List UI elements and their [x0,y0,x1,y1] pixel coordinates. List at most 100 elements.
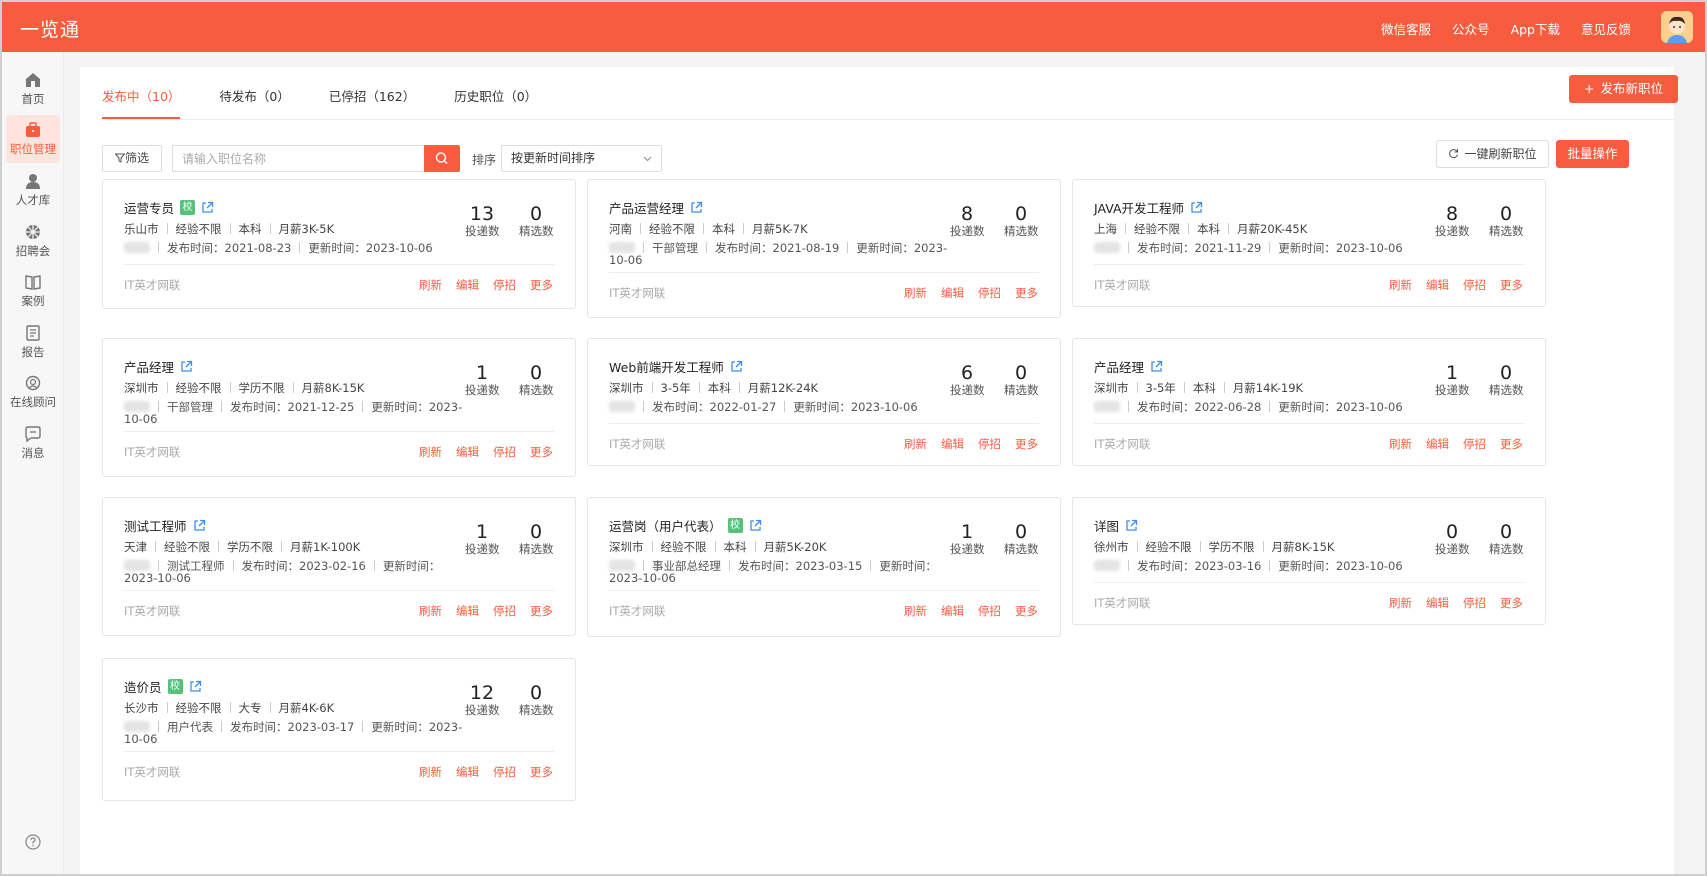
tab-pending[interactable]: 待发布（0） [219,67,289,119]
edit-job-button[interactable]: 编辑 [1426,277,1449,293]
external-link-icon[interactable] [1150,360,1163,373]
selected-stat[interactable]: 0 精选数 [519,683,554,717]
more-button[interactable]: 更多 [1015,436,1038,452]
filter-button[interactable]: 筛选 [102,145,162,172]
wechat-service-link[interactable]: 微信客服 [1381,19,1431,38]
stop-job-button[interactable]: 停招 [1463,436,1486,452]
more-button[interactable]: 更多 [1500,595,1523,611]
external-link-icon[interactable] [730,360,743,373]
job-card[interactable]: Web前端开发工程师 深圳市 3-5年 本科 月薪12K-24K 发布时间：2022-01… [587,338,1061,466]
tab-history[interactable]: 历史职位（0） [454,67,537,119]
selected-stat[interactable]: 0 精选数 [519,522,554,556]
sidebar-item-job-fair[interactable]: 招聘会 [6,217,60,265]
publish-job-button[interactable]: + 发布新职位 [1569,75,1678,103]
more-button[interactable]: 更多 [1015,603,1038,619]
selected-stat[interactable]: 0 精选数 [1004,522,1039,556]
job-card[interactable]: 详图 徐州市 经验不限 学历不限 月薪8K-15K 发布时间：2023-03-16 更新时间… [1072,497,1546,625]
search-button[interactable] [424,145,460,172]
sidebar-item-messages[interactable]: 消息 [6,419,60,467]
stop-job-button[interactable]: 停招 [493,764,516,780]
applies-stat[interactable]: 8 投递数 [950,204,985,238]
refresh-job-button[interactable]: 刷新 [419,603,442,619]
more-button[interactable]: 更多 [530,277,553,293]
stop-job-button[interactable]: 停招 [1463,595,1486,611]
edit-job-button[interactable]: 编辑 [1426,595,1449,611]
refresh-job-button[interactable]: 刷新 [1389,277,1412,293]
tab-publishing[interactable]: 发布中（10） [102,67,181,119]
applies-stat[interactable]: 0 投递数 [1435,522,1470,556]
job-title[interactable]: 详图 [1094,516,1119,535]
external-link-icon[interactable] [690,201,703,214]
applies-stat[interactable]: 1 投递数 [1435,363,1470,397]
edit-job-button[interactable]: 编辑 [941,285,964,301]
edit-job-button[interactable]: 编辑 [941,603,964,619]
job-card[interactable]: 产品运营经理 河南 经验不限 本科 月薪5K-7K 干部管理 发布时间：2021-08-19… [587,179,1061,318]
selected-stat[interactable]: 0 精选数 [1489,204,1524,238]
external-link-icon[interactable] [749,519,762,532]
refresh-job-button[interactable]: 刷新 [904,603,927,619]
job-title[interactable]: 产品经理 [124,357,174,376]
selected-stat[interactable]: 0 精选数 [1489,363,1524,397]
job-title[interactable]: JAVA开发工程师 [1094,198,1184,217]
refresh-job-button[interactable]: 刷新 [419,277,442,293]
applies-stat[interactable]: 8 投递数 [1435,204,1470,238]
refresh-job-button[interactable]: 刷新 [904,285,927,301]
external-link-icon[interactable] [201,201,214,214]
job-title[interactable]: 产品经理 [1094,357,1144,376]
job-card[interactable]: 运营岗（用户代表） 校深圳市 经验不限 本科 月薪5K-20K 事业部总经理 发布时间：20… [587,497,1061,637]
applies-stat[interactable]: 13 投递数 [465,204,500,238]
job-card[interactable]: 产品经理 深圳市 3-5年 本科 月薪14K-19K 发布时间：2022-06-28 更新时… [1072,338,1546,466]
tab-stopped[interactable]: 已停招（162） [329,67,415,119]
stop-job-button[interactable]: 停招 [493,603,516,619]
job-title[interactable]: 产品运营经理 [609,198,684,217]
sidebar-item-cases[interactable]: 案例 [6,267,60,315]
selected-stat[interactable]: 0 精选数 [1004,363,1039,397]
applies-stat[interactable]: 6 投递数 [950,363,985,397]
selected-stat[interactable]: 0 精选数 [1489,522,1524,556]
more-button[interactable]: 更多 [530,444,553,460]
sidebar-item-job-management[interactable]: 职位管理 [6,115,60,163]
selected-stat[interactable]: 0 精选数 [1004,204,1039,238]
more-button[interactable]: 更多 [1015,285,1038,301]
job-title[interactable]: 测试工程师 [124,516,187,535]
sidebar-item-talent-pool[interactable]: 人才库 [6,166,60,214]
job-title[interactable]: 造价员 [124,677,162,696]
more-button[interactable]: 更多 [530,764,553,780]
selected-stat[interactable]: 0 精选数 [519,363,554,397]
more-button[interactable]: 更多 [530,603,553,619]
sidebar-item-online-advisor[interactable]: 在线顾问 [6,368,60,416]
more-button[interactable]: 更多 [1500,436,1523,452]
edit-job-button[interactable]: 编辑 [456,277,479,293]
stop-job-button[interactable]: 停招 [493,444,516,460]
stop-job-button[interactable]: 停招 [1463,277,1486,293]
help-icon[interactable] [25,834,41,850]
refresh-all-button[interactable]: 一键刷新职位 [1436,140,1549,168]
stop-job-button[interactable]: 停招 [493,277,516,293]
edit-job-button[interactable]: 编辑 [456,444,479,460]
batch-operation-button[interactable]: 批量操作 [1556,140,1629,168]
applies-stat[interactable]: 1 投递数 [465,363,500,397]
edit-job-button[interactable]: 编辑 [456,764,479,780]
official-account-link[interactable]: 公众号 [1452,19,1490,38]
stop-job-button[interactable]: 停招 [978,603,1001,619]
edit-job-button[interactable]: 编辑 [456,603,479,619]
sidebar-item-reports[interactable]: 报告 [6,318,60,366]
feedback-link[interactable]: 意见反馈 [1581,19,1631,38]
sidebar-item-home[interactable]: 首页 [6,65,60,113]
sort-select[interactable]: 按更新时间排序 [501,145,662,172]
stop-job-button[interactable]: 停招 [978,285,1001,301]
job-title[interactable]: 运营专员 [124,198,174,217]
refresh-job-button[interactable]: 刷新 [1389,595,1412,611]
job-card[interactable]: 造价员校长沙市 经验不限 大专 月薪4K-6K 用户代表 发布时间：2023-03-17 更… [102,658,576,801]
applies-stat[interactable]: 1 投递数 [950,522,985,556]
more-button[interactable]: 更多 [1500,277,1523,293]
external-link-icon[interactable] [189,680,202,693]
external-link-icon[interactable] [180,360,193,373]
applies-stat[interactable]: 12 投递数 [465,683,500,717]
job-card[interactable]: 产品经理 深圳市 经验不限 学历不限 月薪8K-15K 干部管理 发布时间：2021-12-… [102,338,576,477]
external-link-icon[interactable] [193,519,206,532]
job-card[interactable]: JAVA开发工程师 上海 经验不限 本科 月薪20K-45K 发布时间：2021-11-2… [1072,179,1546,307]
job-title[interactable]: Web前端开发工程师 [609,357,724,376]
refresh-job-button[interactable]: 刷新 [419,764,442,780]
job-card[interactable]: 运营专员校乐山市 经验不限 本科 月薪3K-5K 发布时间：2021-08-23 更新时间… [102,179,576,309]
